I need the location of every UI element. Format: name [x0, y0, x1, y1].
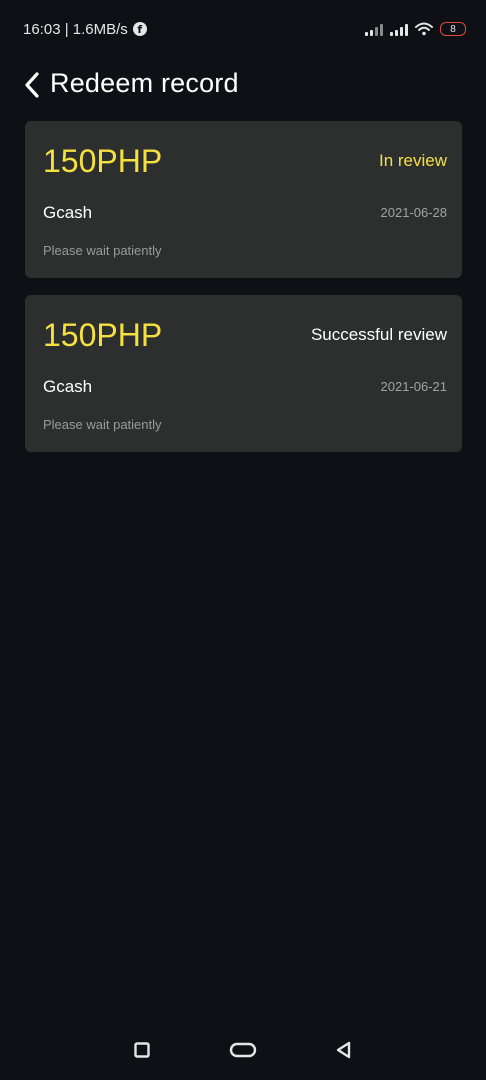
status-bar: 16:03 | 1.6MB/s f 8	[0, 0, 486, 58]
chevron-left-icon[interactable]	[22, 70, 42, 100]
time-and-speed: 16:03 | 1.6MB/s	[23, 20, 128, 38]
square-recent-apps-icon[interactable]	[128, 1036, 156, 1064]
record-card[interactable]: 150PHP Successful review Gcash 2021-06-2…	[25, 295, 462, 452]
record-list: 150PHP In review Gcash 2021-06-28 Please…	[25, 121, 462, 469]
page-title: Redeem record	[50, 68, 239, 98]
signal-2-icon	[390, 23, 408, 36]
record-date: 2021-06-21	[380, 379, 448, 394]
redeem-record-screen: 16:03 | 1.6MB/s f 8 Redeem record 150PHP…	[0, 0, 486, 1080]
header: Redeem record	[0, 62, 486, 108]
home-pill-icon[interactable]	[229, 1036, 257, 1064]
record-status: In review	[378, 151, 447, 170]
facebook-icon: f	[132, 22, 147, 36]
record-method: Gcash	[43, 377, 93, 396]
signal-1-icon	[365, 23, 383, 36]
wifi-icon	[415, 22, 433, 36]
record-method: Gcash	[43, 203, 93, 222]
record-note: Please wait patiently	[43, 243, 162, 258]
record-status: Successful review	[310, 325, 447, 344]
status-left: 16:03 | 1.6MB/s f	[23, 21, 147, 38]
back-triangle-icon[interactable]	[330, 1036, 358, 1064]
record-note: Please wait patiently	[43, 417, 162, 432]
record-card[interactable]: 150PHP In review Gcash 2021-06-28 Please…	[25, 121, 462, 278]
record-amount: 150PHP	[43, 143, 163, 179]
system-nav-bar	[0, 1020, 486, 1080]
record-amount: 150PHP	[43, 317, 163, 353]
status-right: 8	[365, 22, 466, 36]
battery-icon: 8	[440, 22, 466, 36]
record-date: 2021-06-28	[380, 205, 448, 220]
